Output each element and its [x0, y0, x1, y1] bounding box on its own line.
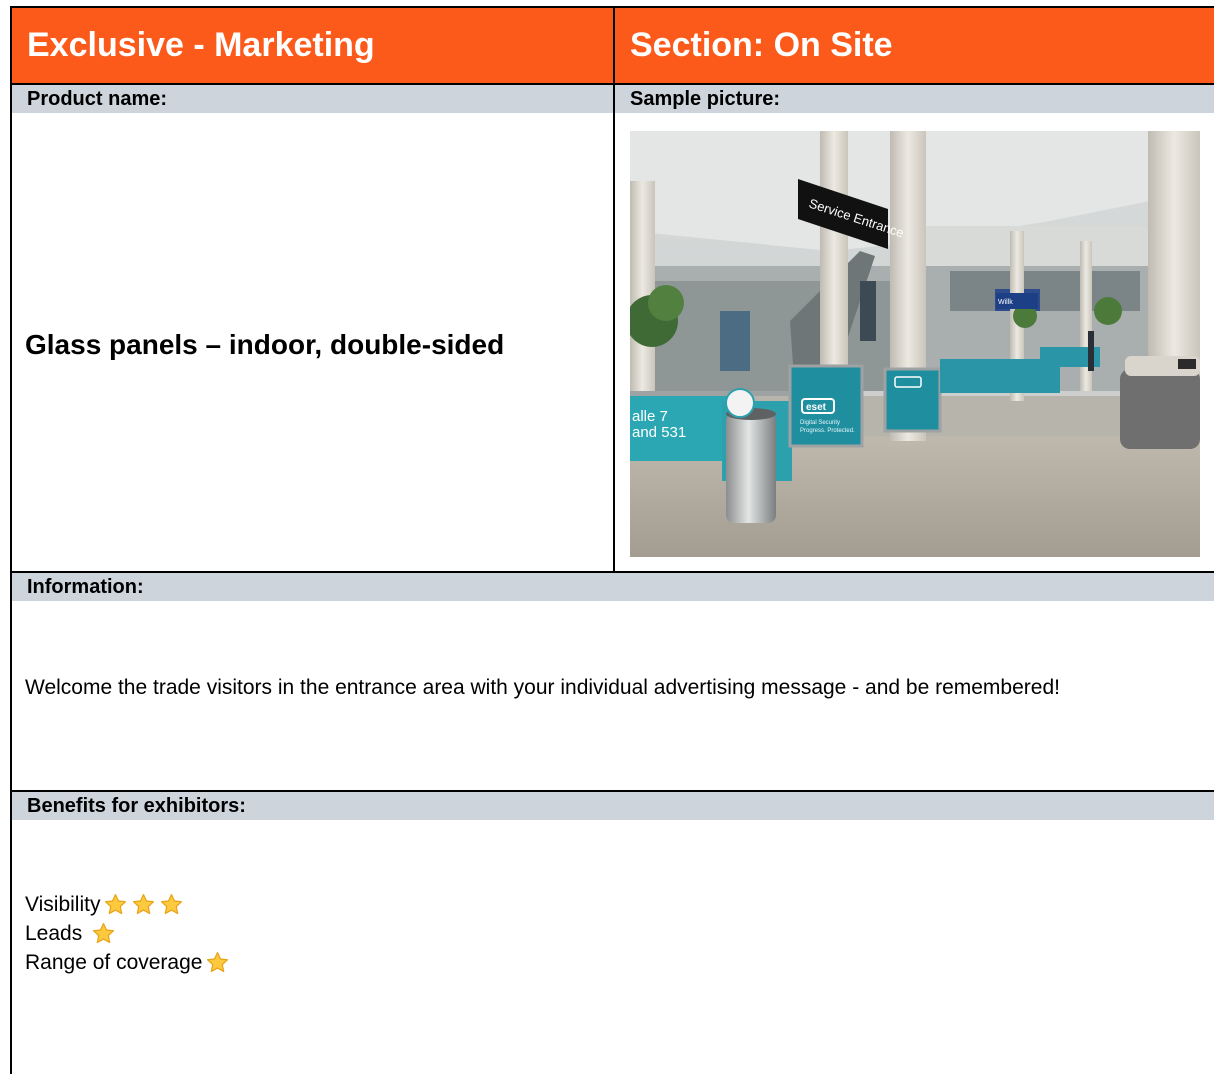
star-icon	[93, 922, 115, 944]
header-right: Section: On Site	[615, 8, 1214, 83]
product-name: Glass panels – indoor, double-sided	[25, 329, 505, 360]
header-left-title: Exclusive - Marketing	[27, 26, 375, 64]
star-icon	[105, 893, 127, 915]
eset-tagline-1: Digital Security	[800, 420, 840, 426]
information-text: Welcome the trade visitors in the entran…	[25, 676, 1060, 699]
benefits-band: Benefits for exhibitors:	[12, 792, 1214, 820]
star-icon	[133, 893, 155, 915]
star-icon	[161, 893, 183, 915]
benefits-label: Benefits for exhibitors:	[27, 795, 246, 817]
star-rating	[91, 921, 116, 946]
benefit-label: Leads	[25, 922, 89, 945]
eset-tagline-2: Progress. Protected.	[800, 428, 855, 434]
star-rating	[205, 950, 230, 975]
header-left: Exclusive - Marketing	[12, 8, 613, 83]
benefit-row: Leads	[25, 919, 230, 948]
information-label: Information:	[27, 576, 144, 598]
screen-text: Willk	[998, 299, 1013, 306]
panel-text-hall: alle 7	[632, 408, 668, 425]
benefit-row: Visibility	[25, 890, 230, 919]
product-name-label: Product name:	[27, 88, 168, 110]
sample-picture-label: Sample picture:	[630, 88, 781, 110]
benefit-row: Range of coverage	[25, 948, 230, 977]
benefit-label: Range of coverage	[25, 951, 203, 974]
information-band: Information:	[12, 573, 1214, 601]
middle-column-divider	[613, 83, 615, 573]
product-name-band: Product name:	[12, 85, 613, 113]
star-icon	[207, 951, 229, 973]
document-sheet: Exclusive - Marketing Section: On Site P…	[10, 6, 1214, 1074]
star-rating	[103, 892, 184, 917]
sample-picture-band: Sample picture:	[615, 85, 1214, 113]
benefit-label: Visibility	[25, 893, 101, 916]
sample-photo: Service Entrance alle 7 and 531 eset Dig…	[630, 131, 1200, 557]
eset-logo-text: eset	[806, 402, 827, 413]
panel-text-stand: and 531	[632, 424, 686, 441]
header-right-title: Section: On Site	[630, 26, 893, 64]
benefits-list: Visibility Leads Range of coverage	[25, 890, 230, 977]
frame-left-border	[10, 6, 12, 1074]
